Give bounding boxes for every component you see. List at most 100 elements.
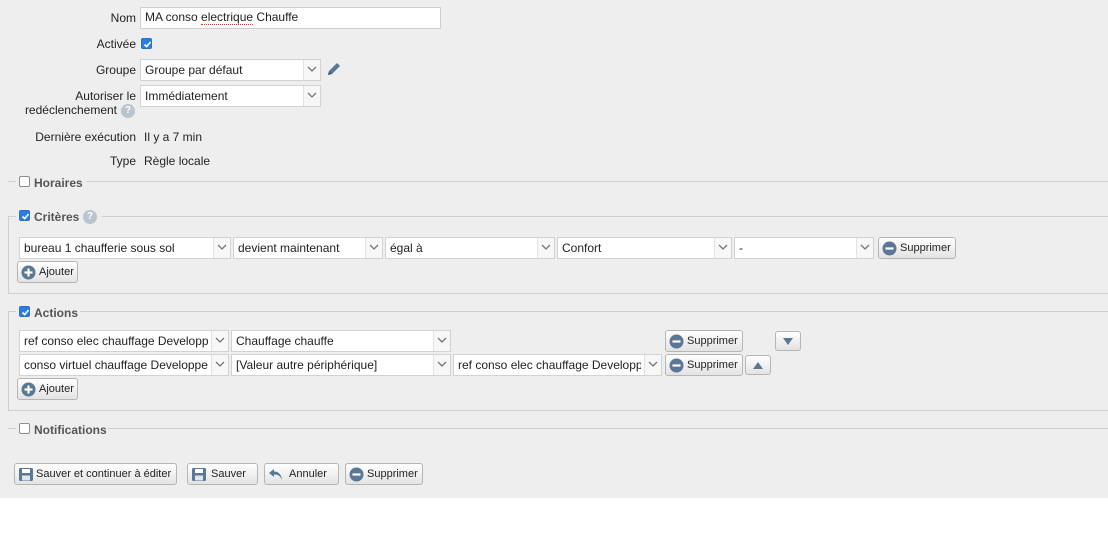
chevron-down-icon [644, 355, 661, 375]
chevron-down-icon [303, 86, 320, 106]
action-delete-button[interactable]: Supprimer [665, 354, 743, 376]
action-device-select[interactable]: conso virtuel chauffage Developper [19, 354, 229, 376]
actions-checkbox[interactable] [19, 306, 30, 317]
minus-circle-icon [669, 358, 684, 373]
checkmark-icon [21, 213, 30, 220]
section-divider [8, 428, 16, 429]
critere-comparison-select[interactable]: égal à [385, 237, 555, 259]
help-icon[interactable]: ? [121, 104, 135, 118]
activee-label: Activée [96, 37, 136, 51]
action-delete-button[interactable]: Supprimer [665, 330, 743, 352]
redeclenchement-value: Immédiatement [145, 89, 228, 103]
checkmark-icon [143, 41, 152, 48]
action-source-select[interactable]: ref conso elec chauffage Developpe [453, 354, 662, 376]
arrow-up-icon [753, 362, 763, 369]
chevron-down-icon [365, 238, 382, 258]
groupe-label: Groupe [95, 63, 136, 77]
action-value-select[interactable]: Chauffage chauffe [231, 330, 451, 352]
action-device-select[interactable]: ref conso elec chauffage Developpe [19, 330, 229, 352]
fieldset-border-top [8, 311, 16, 312]
chevron-down-icon [537, 238, 554, 258]
arrow-down-icon [783, 338, 793, 345]
critere-add-button[interactable]: Ajouter [17, 261, 78, 283]
redeclenchement-select[interactable]: Immédiatement [140, 85, 321, 107]
chevron-down-icon [211, 355, 228, 375]
floppy-disk-icon [19, 468, 33, 481]
save-continue-button[interactable]: Sauver et continuer à éditer [14, 463, 177, 485]
chevron-down-icon [714, 238, 731, 258]
critere-operator-select[interactable]: devient maintenant [233, 237, 383, 259]
move-down-button[interactable] [775, 331, 801, 351]
cancel-button[interactable]: Annuler [264, 463, 339, 485]
fieldset-border-left [8, 216, 9, 294]
move-up-button[interactable] [745, 355, 771, 375]
fieldset-border-bottom [8, 410, 1108, 411]
edit-pencil-icon[interactable] [325, 60, 343, 78]
cancel-label: Annuler [289, 468, 327, 480]
groupe-select[interactable]: Groupe par défaut [140, 59, 321, 81]
fieldset-border-left [8, 311, 9, 410]
critere-delete-label: Supprimer [900, 242, 951, 254]
floppy-disk-icon [192, 468, 206, 481]
chevron-down-icon [211, 331, 228, 351]
critere-delete-button[interactable]: Supprimer [878, 237, 956, 259]
minus-circle-icon [669, 334, 684, 349]
critere-value-value: Confort [562, 241, 602, 255]
derniere-execution-value: Il y a 7 min [144, 130, 203, 144]
help-icon[interactable]: ? [83, 210, 97, 224]
critere-comparison-value: égal à [390, 241, 423, 255]
section-divider [108, 428, 1108, 429]
section-divider [8, 181, 16, 182]
delete-rule-label: Supprimer [367, 468, 418, 480]
type-value: Règle locale [144, 154, 211, 168]
nom-value-prefix: MA conso [145, 10, 202, 24]
fieldset-border-top [102, 216, 1108, 217]
activee-checkbox[interactable] [141, 38, 152, 49]
undo-icon [269, 469, 282, 480]
action-value-value: Chauffage chauffe [236, 334, 334, 348]
action-delete-label: Supprimer [687, 359, 738, 371]
type-label: Type [109, 154, 136, 168]
checkmark-icon [21, 309, 30, 316]
action-delete-label: Supprimer [687, 335, 738, 347]
plus-circle-icon [21, 265, 36, 280]
nom-label: Nom [110, 11, 136, 25]
fieldset-border-bottom [8, 293, 1108, 294]
save-label: Sauver [211, 468, 246, 480]
chevron-down-icon [856, 238, 873, 258]
action-value-select[interactable]: [Valeur autre périphérique] [231, 354, 451, 376]
minus-circle-icon [882, 241, 897, 256]
action-device-value: ref conso elec chauffage Developpe [24, 334, 208, 348]
action-source-value: ref conso elec chauffage Developpe [458, 358, 641, 372]
chevron-down-icon [433, 355, 450, 375]
action-value-value: [Valeur autre périphérique] [236, 358, 378, 372]
chevron-down-icon [433, 331, 450, 351]
delete-rule-button[interactable]: Supprimer [345, 463, 423, 485]
criteres-checkbox[interactable] [19, 210, 30, 221]
critere-add-label: Ajouter [39, 266, 74, 278]
critere-device-select[interactable]: bureau 1 chaufferie sous sol [19, 237, 231, 259]
chevron-down-icon [213, 238, 230, 258]
horaires-legend: Horaires [34, 176, 83, 190]
critere-extra-select[interactable]: - [734, 237, 874, 259]
nom-value-suffix: Chauffe [253, 10, 299, 24]
nom-input[interactable]: MA conso electrique Chauffe [140, 7, 441, 29]
action-add-label: Ajouter [39, 383, 74, 395]
redeclenchement-label-line2: redéclenchement [24, 103, 117, 117]
critere-operator-value: devient maintenant [238, 241, 340, 255]
notifications-checkbox[interactable] [19, 423, 30, 434]
fieldset-border-top [80, 311, 1108, 312]
criteres-legend: Critères [34, 210, 80, 224]
horaires-checkbox[interactable] [19, 176, 30, 187]
derniere-execution-label: Dernière exécution [35, 130, 136, 144]
critere-value-select[interactable]: Confort [557, 237, 732, 259]
save-button[interactable]: Sauver [187, 463, 258, 485]
critere-extra-value: - [739, 241, 743, 255]
section-divider [87, 181, 1108, 182]
action-device-value: conso virtuel chauffage Developper [24, 358, 208, 372]
notifications-legend: Notifications [34, 423, 107, 437]
action-add-button[interactable]: Ajouter [17, 378, 78, 400]
rule-edit-panel: Nom MA conso electrique Chauffe Activée … [0, 0, 1108, 498]
plus-circle-icon [21, 382, 36, 397]
nom-value-misspelled: electrique [201, 10, 254, 25]
